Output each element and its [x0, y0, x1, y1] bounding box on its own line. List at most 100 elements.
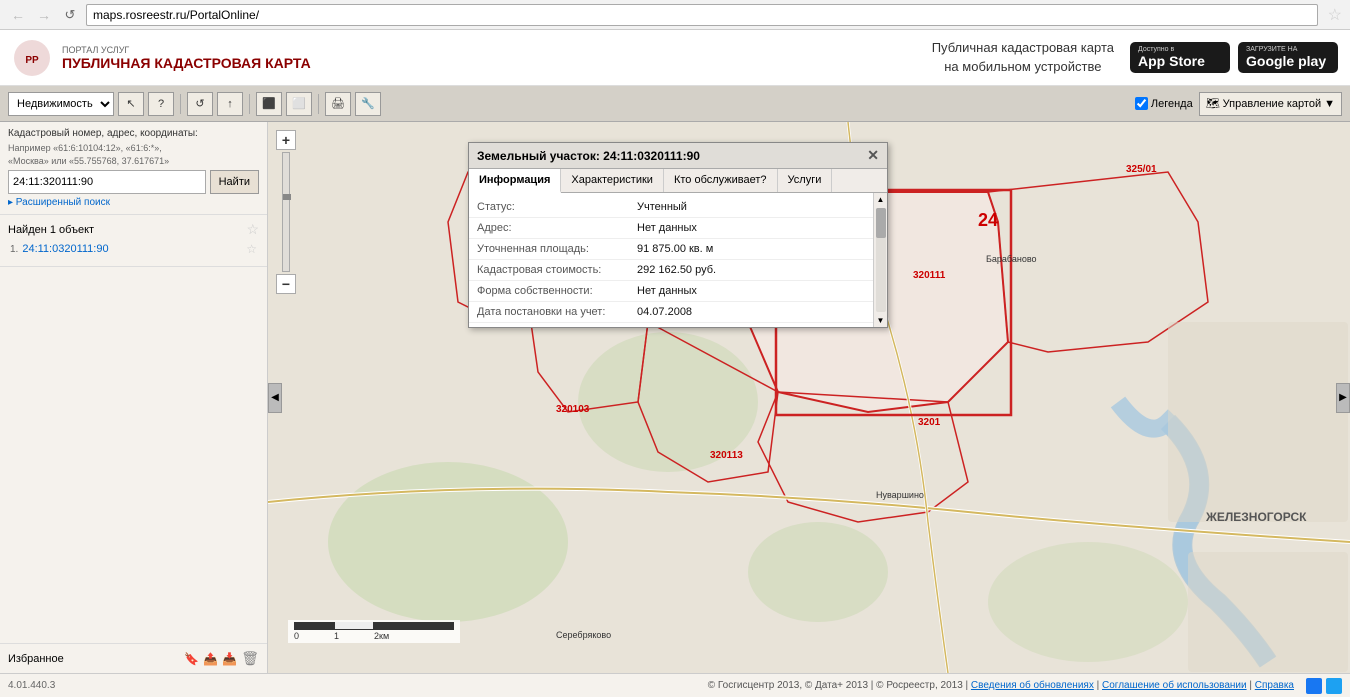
favorites-import-button[interactable]: 📥 [222, 652, 237, 666]
label-320111: 320111 [913, 270, 945, 281]
info-tool[interactable]: ? [148, 92, 174, 116]
main-layout: Кадастровый номер, адрес, координаты: На… [0, 122, 1350, 673]
result-star-icon: ☆ [246, 242, 257, 256]
print-tool[interactable]: 🖨 [325, 92, 351, 116]
label-24: 24 [978, 210, 998, 231]
popup-key-date: Дата постановки на учет: [477, 306, 637, 318]
results-count: Найден 1 объект [8, 224, 94, 236]
zoom-bar[interactable] [282, 152, 290, 272]
scroll-up-arrow[interactable]: ▲ [875, 193, 887, 206]
appstore-name: App Store [1138, 53, 1222, 69]
popup-val-ownership: Нет данных [637, 285, 697, 297]
tab-who-serves[interactable]: Кто обслуживает? [664, 169, 778, 192]
manage-map-button[interactable]: 🗺 Управление картой ▼ [1199, 92, 1342, 116]
zoom-out-button[interactable]: − [276, 274, 296, 294]
settings-tool[interactable]: 🔧 [355, 92, 381, 116]
back-button[interactable]: ← [8, 5, 28, 25]
popup-row-ownership: Форма собственности: Нет данных [469, 281, 887, 302]
popup-row-status: Статус: Учтенный [469, 197, 887, 218]
measure-tool[interactable]: ⬛ [256, 92, 282, 116]
scale-labels: 0 1 2км [294, 631, 454, 641]
favorites-export-button[interactable]: 📤 [203, 652, 218, 666]
agreement-link[interactable]: Соглашение об использовании [1102, 680, 1247, 691]
popup-content: Статус: Учтенный Адрес: Нет данных Уточн… [469, 193, 887, 327]
favorites-section: Избранное 🔖 📤 📥 🗑 [0, 643, 267, 673]
map-area[interactable]: + − ◀ 320105 320104 11 320106 320111 320… [268, 122, 1350, 673]
separator-3 [318, 94, 319, 114]
scale-label-1: 1 [334, 631, 374, 641]
zoom-in-button[interactable]: + [276, 130, 296, 150]
popup-val-date: 04.07.2008 [637, 306, 692, 318]
label-serebryakovo: Серебряково [556, 630, 611, 640]
advanced-search-link[interactable]: ▸ Расширенный поиск [8, 197, 259, 208]
scroll-thumb [876, 208, 886, 238]
object-type-dropdown[interactable]: Недвижимость [8, 92, 114, 116]
label-zheleznogorsk-1: ЖЕЛЕЗНОГОРСК [1206, 510, 1306, 524]
rosreestr-logo: РР [12, 38, 52, 78]
result-cadastral-number[interactable]: 24:11:0320111:90 [22, 243, 108, 255]
scroll-track [876, 208, 886, 312]
legend-checkbox[interactable] [1135, 97, 1148, 110]
scroll-down-arrow[interactable]: ▼ [875, 314, 887, 327]
panel-collapse-arrow[interactable]: ◀ [268, 383, 282, 413]
popup-key-status: Статус: [477, 201, 637, 213]
label-3201: 3201 [918, 417, 940, 428]
updates-link[interactable]: Сведения об обновлениях [971, 680, 1094, 691]
search-row: Найти [8, 170, 259, 194]
legend-checkbox-label[interactable]: Легенда [1135, 97, 1193, 110]
favorites-add-button[interactable]: 🔖 [184, 652, 199, 666]
bookmark-button[interactable]: ☆ [1328, 5, 1342, 25]
popup-title: Земельный участок: 24:11:0320111:90 [477, 149, 700, 163]
favorites-label: Избранное [8, 653, 64, 665]
popup-row-date: Дата постановки на учет: 04.07.2008 [469, 302, 887, 323]
cursor-tool[interactable]: ↖ [118, 92, 144, 116]
tab-services[interactable]: Услуги [778, 169, 833, 192]
header-title-block: ПОРТАЛ УСЛУГ ПУБЛИЧНАЯ КАДАСТРОВАЯ КАРТА [62, 45, 311, 71]
help-link[interactable]: Справка [1255, 680, 1294, 691]
results-section: Найден 1 объект ☆ 1. 24:11:0320111:90 ☆ [0, 215, 267, 267]
popup-close-button[interactable]: ✕ [867, 147, 879, 164]
label-325-01: 325/01 [1126, 164, 1157, 175]
forward-button[interactable]: → [34, 5, 54, 25]
googleplay-badge[interactable]: ЗАГРУЗИТЕ НА Google play [1238, 42, 1338, 73]
googleplay-name: Google play [1246, 53, 1330, 69]
app-badges: Доступно в App Store ЗАГРУЗИТЕ НА Google… [1130, 42, 1338, 73]
zoom-control: + − [276, 130, 296, 294]
version-label: 4.01.440.3 [8, 680, 55, 691]
popup-key-cost: Кадастровая стоимость: [477, 264, 637, 276]
footer: 4.01.440.3 © Госгисцентр 2013, © Дата+ 2… [0, 673, 1350, 697]
search-hint: Например «61:6:10104:12», «61:6:*», «Мос… [8, 142, 259, 167]
legend-label: Легенда [1151, 98, 1193, 110]
reload-button[interactable]: ↺ [60, 5, 80, 25]
label-320103: 320103 [556, 404, 589, 415]
result-item[interactable]: 1. 24:11:0320111:90 ☆ [8, 238, 259, 260]
popup-row-cost: Кадастровая стоимость: 292 162.50 руб. [469, 260, 887, 281]
results-star-icon: ☆ [246, 221, 259, 238]
popup-val-area: 91 875.00 кв. м [637, 243, 713, 255]
popup-key-area: Уточненная площадь: [477, 243, 637, 255]
sidebar: Кадастровый номер, адрес, координаты: На… [0, 122, 268, 673]
googleplay-small: ЗАГРУЗИТЕ НА [1246, 46, 1330, 53]
measure2-tool[interactable]: ⬜ [286, 92, 312, 116]
favorites-delete-button[interactable]: 🗑 [241, 650, 259, 667]
svg-text:РР: РР [25, 55, 39, 66]
facebook-icon[interactable] [1306, 678, 1322, 694]
twitter-icon[interactable] [1326, 678, 1342, 694]
search-button[interactable]: Найти [210, 170, 259, 194]
refresh-tool[interactable]: ↺ [187, 92, 213, 116]
tab-information[interactable]: Информация [469, 169, 561, 193]
popup-scrollbar[interactable]: ▲ ▼ [873, 193, 887, 327]
scale-seg-1 [294, 622, 334, 630]
address-bar[interactable] [86, 4, 1318, 26]
appstore-badge[interactable]: Доступно в App Store [1130, 42, 1230, 73]
tab-characteristics[interactable]: Характеристики [561, 169, 664, 192]
copyright-text: © Госгисцентр 2013, © Дата+ 2013 | © Рос… [708, 680, 1294, 691]
popup-title-bar: Земельный участок: 24:11:0320111:90 ✕ [469, 143, 887, 169]
appstore-label: Доступно в [1138, 46, 1222, 53]
separator-1 [180, 94, 181, 114]
browser-bar: ← → ↺ ☆ [0, 0, 1350, 30]
search-input[interactable] [8, 170, 206, 194]
pan-tool[interactable]: ↑ [217, 92, 243, 116]
popup-val-cost: 292 162.50 руб. [637, 264, 716, 276]
right-expand-arrow[interactable]: ▶ [1336, 383, 1350, 413]
